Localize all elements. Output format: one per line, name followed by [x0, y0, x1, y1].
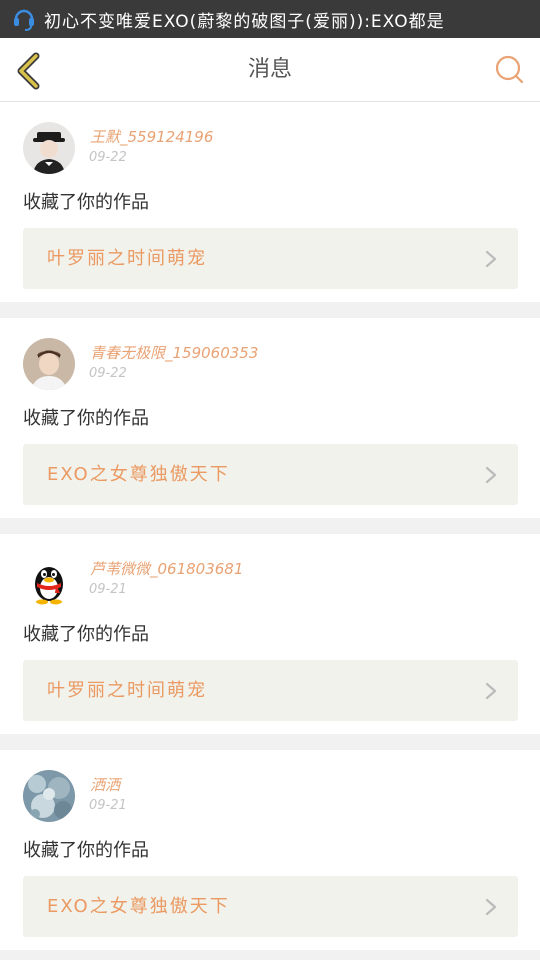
message-text: 收藏了你的作品 [23, 408, 149, 429]
work-link[interactable]: EXO之女尊独傲天下 [23, 444, 518, 505]
work-link[interactable]: 叶罗丽之时间萌宠 [23, 228, 518, 289]
work-title: 叶罗丽之时间萌宠 [47, 248, 207, 269]
chevron-right-icon [485, 250, 497, 268]
chevron-left-icon [17, 52, 40, 90]
message-date: 09-21 [89, 582, 127, 597]
work-link[interactable]: EXO之女尊独傲天下 [23, 876, 518, 937]
work-link[interactable]: 叶罗丽之时间萌宠 [23, 660, 518, 721]
message-item: 洒洒 09-21 收藏了你的作品 EXO之女尊独傲天下 [0, 750, 540, 950]
search-icon [495, 55, 524, 84]
message-list: 王默_559124196 09-22 收藏了你的作品 叶罗丽之时间萌宠 青春无极… [0, 102, 540, 950]
chevron-right-icon [485, 682, 497, 700]
work-title: 叶罗丽之时间萌宠 [47, 680, 207, 701]
chevron-right-icon [485, 466, 497, 484]
message-date: 09-22 [89, 150, 127, 165]
message-item: 芦苇微微_061803681 09-21 收藏了你的作品 叶罗丽之时间萌宠 [0, 534, 540, 734]
message-date: 09-21 [89, 798, 127, 813]
username[interactable]: 洒洒 [90, 774, 120, 795]
work-title: EXO之女尊独傲天下 [47, 896, 230, 917]
message-text: 收藏了你的作品 [23, 192, 149, 213]
page-title: 消息 [247, 57, 292, 82]
message-text: 收藏了你的作品 [23, 624, 149, 645]
user-photo-avatar[interactable] [23, 338, 75, 390]
header-bar: 消息 [0, 38, 540, 102]
username[interactable]: 王默_559124196 [90, 126, 213, 147]
back-button[interactable] [14, 52, 44, 90]
user-photo-avatar[interactable] [23, 122, 75, 174]
message-item: 王默_559124196 09-22 收藏了你的作品 叶罗丽之时间萌宠 [0, 102, 540, 302]
chevron-right-icon [485, 898, 497, 916]
username[interactable]: 芦苇微微_061803681 [90, 558, 243, 579]
username[interactable]: 青春无极限_159060353 [90, 342, 258, 363]
notification-text: 初心不变唯爱EXO(蔚黎的破图子(爱丽)):EXO都是 [44, 11, 445, 32]
qq-penguin-avatar[interactable] [23, 554, 75, 606]
work-title: EXO之女尊独傲天下 [47, 464, 230, 485]
flower-photo-avatar[interactable] [23, 770, 75, 822]
message-date: 09-22 [89, 366, 127, 381]
status-bar: 初心不变唯爱EXO(蔚黎的破图子(爱丽)):EXO都是 [0, 0, 540, 38]
message-item: 青春无极限_159060353 09-22 收藏了你的作品 EXO之女尊独傲天下 [0, 318, 540, 518]
qq-headset-icon [14, 9, 34, 31]
search-button[interactable] [494, 54, 526, 86]
message-text: 收藏了你的作品 [23, 840, 149, 861]
